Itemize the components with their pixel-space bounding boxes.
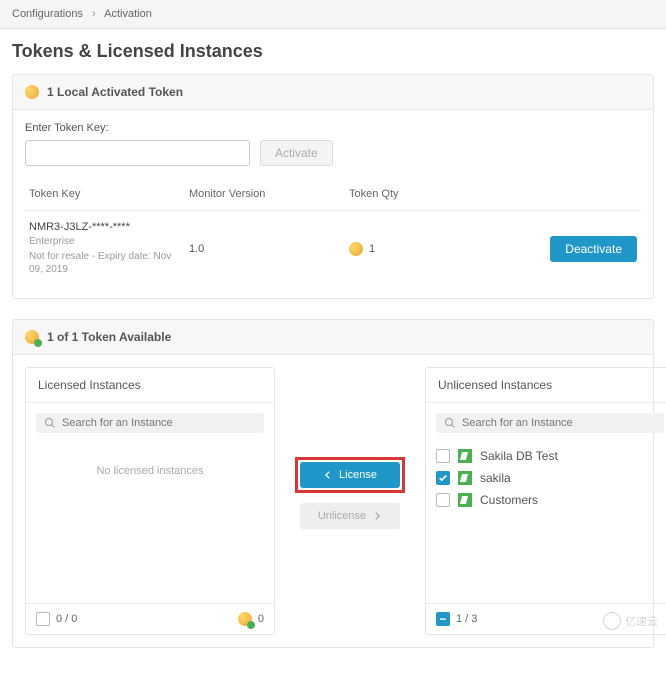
licensed-search-input[interactable] xyxy=(62,417,256,429)
panel-header: 1 of 1 Token Available xyxy=(13,320,653,355)
licensed-empty-text: No licensed instances xyxy=(36,445,264,497)
unlicensed-footer-count: 1 / 3 xyxy=(456,613,477,625)
col-monitor-version: Monitor Version xyxy=(185,182,345,211)
database-icon xyxy=(458,449,472,463)
unlicensed-title: Unlicensed Instances xyxy=(426,368,666,403)
instance-row[interactable]: Customers xyxy=(436,489,664,511)
token-qty-value: 1 xyxy=(369,243,375,255)
panel-header-text: 1 of 1 Token Available xyxy=(47,330,171,344)
token-coin-icon xyxy=(25,85,39,99)
breadcrumb-root[interactable]: Configurations xyxy=(12,8,83,20)
chevron-right-icon: › xyxy=(92,8,96,20)
token-available-panel: 1 of 1 Token Available Licensed Instance… xyxy=(12,319,654,648)
token-input-label: Enter Token Key: xyxy=(25,122,641,134)
unlicensed-search[interactable] xyxy=(436,413,664,433)
select-all-licensed[interactable] xyxy=(36,612,50,626)
select-all-unlicensed[interactable]: − xyxy=(436,612,450,626)
instance-name: Customers xyxy=(480,493,538,507)
search-icon xyxy=(44,417,56,429)
col-token-key: Token Key xyxy=(25,182,185,211)
tokens-table: Token Key Monitor Version Token Qty NMR3… xyxy=(25,182,641,286)
unlicensed-search-input[interactable] xyxy=(462,417,656,429)
token-expiry: Not for resale - Expiry date: Nov 09, 20… xyxy=(29,250,179,276)
unlicense-button[interactable]: Unlicense xyxy=(300,503,400,529)
database-icon xyxy=(458,471,472,485)
database-icon xyxy=(458,493,472,507)
panel-header-text: 1 Local Activated Token xyxy=(47,85,183,99)
instance-name: sakila xyxy=(480,471,511,485)
activate-button[interactable]: Activate xyxy=(260,140,333,166)
token-key-input[interactable] xyxy=(25,140,250,166)
col-token-qty: Token Qty xyxy=(345,182,541,211)
page-title: Tokens & Licensed Instances xyxy=(12,41,654,62)
licensed-search[interactable] xyxy=(36,413,264,433)
token-coin-icon xyxy=(349,242,363,256)
chevron-left-icon xyxy=(323,470,333,480)
licensed-footer-count: 0 / 0 xyxy=(56,613,77,625)
breadcrumb: Configurations › Activation xyxy=(0,0,666,29)
unlicense-button-label: Unlicense xyxy=(318,510,366,522)
transfer-controls: License Unlicense xyxy=(295,367,405,529)
instance-checkbox[interactable] xyxy=(436,471,450,485)
token-key-value: NMR3-J3LZ-****-**** xyxy=(29,221,181,233)
deactivate-button[interactable]: Deactivate xyxy=(550,236,637,262)
instance-name: Sakila DB Test xyxy=(480,449,558,463)
license-button-label: License xyxy=(339,469,377,481)
token-coin-badge-icon xyxy=(238,612,252,626)
token-tier: Enterprise xyxy=(29,235,179,248)
license-button-highlight: License xyxy=(295,457,405,493)
instance-row[interactable]: Sakila DB Test xyxy=(436,445,664,467)
license-button[interactable]: License xyxy=(300,462,400,488)
search-icon xyxy=(444,417,456,429)
licensed-instances-box: Licensed Instances No licensed instances… xyxy=(25,367,275,635)
token-coin-badge-icon xyxy=(25,330,39,344)
unlicensed-instances-box: Unlicensed Instances Sakila DB Test sakil… xyxy=(425,367,666,635)
watermark-icon xyxy=(603,612,621,630)
breadcrumb-current: Activation xyxy=(104,8,152,20)
watermark: 亿速云 xyxy=(603,612,658,630)
instance-row[interactable]: sakila xyxy=(436,467,664,489)
licensed-title: Licensed Instances xyxy=(26,368,274,403)
panel-header: 1 Local Activated Token xyxy=(13,75,653,110)
watermark-text: 亿速云 xyxy=(625,613,658,629)
instance-checkbox[interactable] xyxy=(436,493,450,507)
chevron-right-icon xyxy=(372,511,382,521)
monitor-version-value: 1.0 xyxy=(185,211,345,286)
instance-checkbox[interactable] xyxy=(436,449,450,463)
activated-tokens-panel: 1 Local Activated Token Enter Token Key:… xyxy=(12,74,654,299)
licensed-footer-tokens: 0 xyxy=(258,613,264,625)
